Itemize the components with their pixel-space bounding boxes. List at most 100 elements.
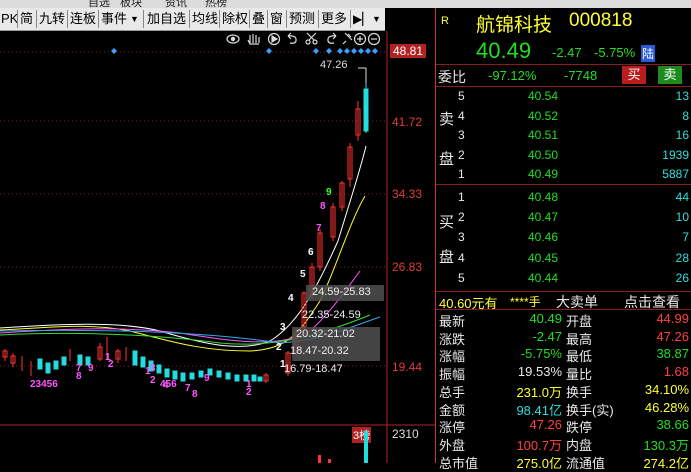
- buy-button[interactable]: 买: [622, 66, 646, 84]
- toolbar-dropdown-icon[interactable]: ▼: [372, 10, 381, 28]
- tb-overlay-button[interactable]: 叠: [252, 10, 265, 28]
- tb-forecast-button[interactable]: 预测: [289, 10, 315, 28]
- big-order-hands: ****手: [510, 295, 541, 309]
- sell-price[interactable]: 40.51: [528, 128, 558, 142]
- stat-value: 38.87: [656, 346, 689, 362]
- tb-event-button[interactable]: 事件: [101, 10, 127, 28]
- buy-price[interactable]: 40.44: [528, 271, 558, 285]
- sell-volume: 5887: [662, 167, 689, 181]
- stat-label: 外盘: [439, 437, 466, 453]
- stat-label: 换手: [566, 384, 593, 400]
- play-icon: [267, 32, 281, 46]
- menu-item-news[interactable]: 资讯: [165, 0, 187, 8]
- stock-name: 航锦科技: [476, 15, 553, 36]
- divider: [436, 184, 691, 185]
- band-label-3: 20.32-21.02: [296, 328, 355, 340]
- band-label-4: 18.47-20.32: [290, 345, 349, 357]
- chart-toolbar: PK 简 九转 连板 事件 ▼ 加自选 均线 除权 叠 窗 预测 更多 ▶▏ ▼: [0, 8, 385, 31]
- stock-code: 000818: [569, 10, 633, 31]
- buy-volume: 26: [675, 270, 689, 285]
- volume-bar: [328, 459, 331, 463]
- sell-volume: 16: [675, 128, 689, 142]
- sell-price[interactable]: 40.52: [528, 109, 558, 123]
- stat-label: 金额: [439, 402, 466, 418]
- stat-value: 34.10%: [644, 381, 689, 397]
- svg-text:9: 9: [326, 187, 332, 198]
- scissors-icon: [305, 32, 318, 45]
- svg-text:8: 8: [76, 371, 82, 382]
- svg-text:9: 9: [88, 363, 94, 374]
- tb-exright-button[interactable]: 除权: [222, 10, 248, 28]
- price-axis-label: 26.83: [392, 260, 423, 274]
- sell-price[interactable]: 40.54: [528, 89, 558, 103]
- redo-icon: [327, 32, 337, 44]
- toolbar-divider: [143, 10, 144, 28]
- stat-label: 最新: [439, 314, 466, 329]
- hand-icon: [247, 34, 260, 45]
- svg-text:5: 5: [300, 269, 306, 280]
- buy-price[interactable]: 40.48: [528, 190, 558, 204]
- menu-item-sector[interactable]: 板块: [120, 0, 142, 8]
- eye-icon: [226, 34, 240, 44]
- stat-label: 最高: [566, 331, 593, 347]
- price-change: -2.47: [552, 45, 582, 60]
- tb-simple-button[interactable]: 简: [20, 10, 33, 28]
- svg-text:2: 2: [150, 375, 156, 386]
- stat-label: 总市值: [439, 455, 479, 471]
- svg-text:3: 3: [280, 322, 286, 333]
- market-badge: 陆: [641, 45, 656, 62]
- stat-value: 40.49: [529, 311, 562, 326]
- menu-item-watchlist[interactable]: 自选: [88, 0, 110, 8]
- svg-text:7: 7: [316, 223, 322, 234]
- stat-value: 231.0万: [516, 384, 562, 400]
- tb-ma-button[interactable]: 均线: [192, 10, 218, 28]
- rank-tag[interactable]: 3榜: [352, 427, 372, 443]
- menu-item-hot[interactable]: 热榜: [205, 0, 227, 8]
- buy-level: 1: [458, 190, 465, 204]
- stat-label: 跌停: [566, 420, 593, 436]
- tb-window-button[interactable]: 窗: [270, 10, 283, 28]
- toolbar-divider: [17, 10, 18, 28]
- expand-arrow-icon[interactable]: ▶▏: [353, 10, 371, 28]
- sell-volume: 8: [682, 108, 689, 123]
- svg-text:8: 8: [320, 201, 326, 212]
- tb-pk-button[interactable]: PK: [1, 10, 18, 28]
- toolbar-divider: [350, 10, 351, 28]
- tb-event-dropdown-icon[interactable]: ▼: [130, 10, 139, 28]
- stat-value: 47.26: [529, 417, 562, 433]
- sell-level: 5: [458, 89, 465, 103]
- stat-label: 总手: [439, 384, 466, 400]
- price-axis-top-label: 48.81: [390, 44, 427, 58]
- toolbar-divider: [286, 10, 287, 28]
- price-axis-label: 19.44: [392, 360, 423, 374]
- sell-button[interactable]: 卖: [658, 66, 682, 84]
- tb-nine-turn-button[interactable]: 九转: [39, 10, 65, 28]
- buy-price[interactable]: 40.46: [528, 230, 558, 244]
- buy-price[interactable]: 40.45: [528, 251, 558, 265]
- toolbar-divider: [267, 10, 268, 28]
- last-price: 40.49: [476, 38, 532, 63]
- sell-price[interactable]: 40.50: [528, 148, 558, 162]
- kline-chart[interactable]: 23456 7 8 9 1 2 1 2 3 4 456 7 8 9 1 2 1 …: [0, 31, 435, 463]
- chart-tools: [226, 32, 381, 46]
- tb-more-button[interactable]: 更多: [321, 10, 347, 28]
- stat-label: 换手(实): [566, 402, 614, 418]
- volume-bar: [364, 431, 368, 463]
- stat-value: 19.53%: [517, 364, 562, 380]
- toolbar-divider: [219, 10, 220, 28]
- svg-text:8: 8: [192, 389, 198, 400]
- sell-price[interactable]: 40.49: [528, 167, 558, 181]
- stat-value: 47.26: [656, 328, 689, 344]
- toolbar-divider: [98, 10, 99, 28]
- stat-value: -2.47: [532, 328, 562, 344]
- svg-text:6: 6: [308, 247, 314, 258]
- buy-side-label: 买: [439, 214, 455, 231]
- band-label-2: 22.35-24.59: [302, 309, 361, 321]
- top-menu: 自选 板块 资讯 热榜: [0, 0, 691, 8]
- tb-limit-board-button[interactable]: 连板: [70, 10, 96, 28]
- buy-price[interactable]: 40.47: [528, 210, 558, 224]
- high-price-label: 47.26: [320, 59, 348, 71]
- svg-text:456: 456: [160, 379, 177, 390]
- tb-add-watch-button[interactable]: 加自选: [147, 10, 186, 28]
- svg-text:7: 7: [185, 383, 191, 394]
